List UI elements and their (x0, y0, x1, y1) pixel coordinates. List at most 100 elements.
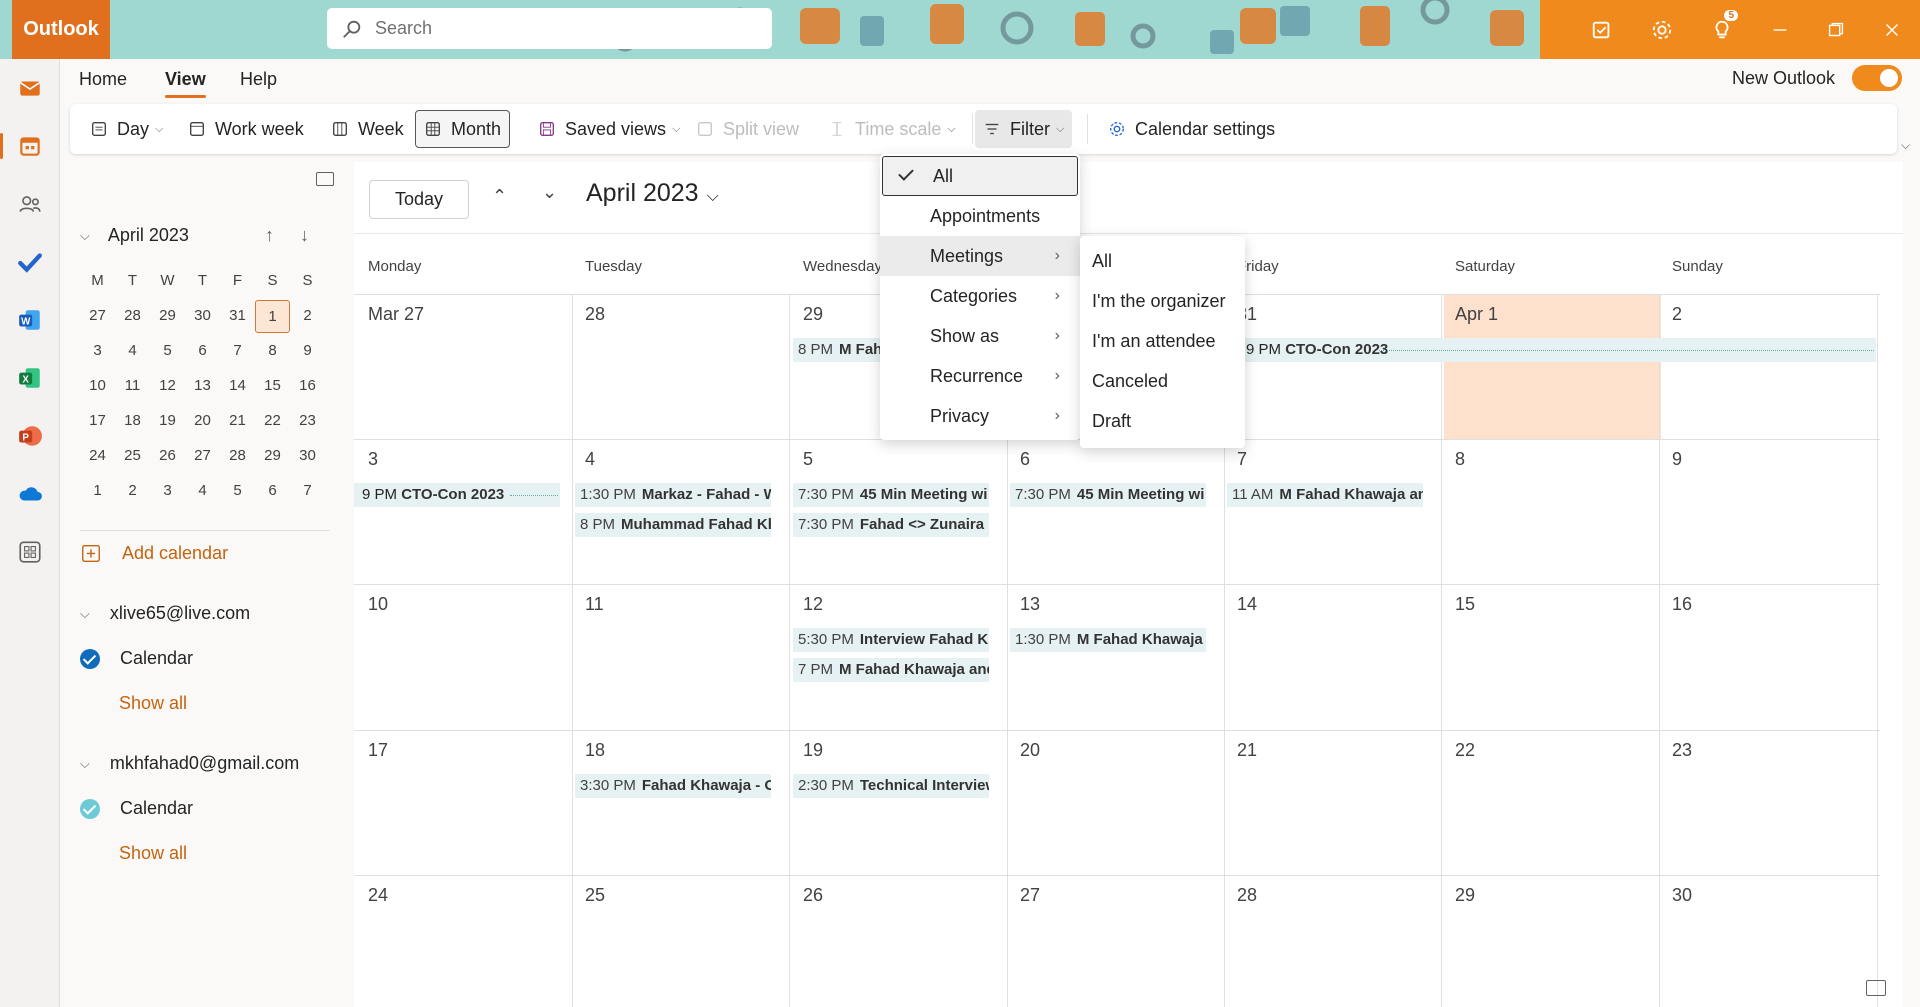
calendar-event[interactable]: 7 PM M Fahad Khawaja and (793, 658, 989, 682)
rail-powerpoint[interactable]: P (0, 407, 60, 465)
day-number[interactable]: 3 (368, 449, 378, 470)
ribbon-expand-icon[interactable]: ⌵ (1901, 138, 1910, 153)
saved-views-button[interactable]: Saved views ⌵ (530, 110, 688, 148)
previous-month-button[interactable]: ⌃ (492, 186, 507, 207)
calendar-event[interactable]: 3:30 PM Fahad Khawaja - O (575, 774, 771, 798)
mini-calendar-title[interactable]: April 2023 (108, 225, 189, 246)
show-all-link[interactable]: Show all (119, 843, 187, 864)
filter-recurrence[interactable]: Recurrence › (880, 356, 1080, 396)
mini-next-month-button[interactable]: ↓ (300, 225, 309, 246)
day-number[interactable]: 9 (1672, 449, 1682, 470)
rail-mail[interactable] (0, 59, 60, 117)
day-number[interactable]: 24 (368, 885, 388, 906)
collapse-pane-icon[interactable] (316, 172, 334, 186)
search-input[interactable] (375, 18, 755, 39)
day-number[interactable]: 7 (1237, 449, 1247, 470)
checked-icon[interactable] (80, 798, 100, 819)
meetings-all[interactable]: All (1092, 251, 1112, 272)
mini-day[interactable]: 18 (115, 405, 150, 438)
mini-day[interactable]: 10 (80, 370, 115, 403)
mini-day[interactable]: 6 (185, 335, 220, 368)
rail-word[interactable]: W (0, 291, 60, 349)
mini-day[interactable]: 13 (185, 370, 220, 403)
day-number[interactable]: 23 (1672, 740, 1692, 761)
mini-day[interactable]: 11 (115, 370, 150, 403)
calendar-event[interactable]: 7:30 PM 45 Min Meeting wi (793, 483, 989, 507)
next-month-button[interactable]: ⌄ (542, 182, 557, 203)
tab-help[interactable]: Help (240, 69, 277, 90)
restore-button[interactable] (1808, 0, 1864, 59)
mini-day[interactable]: 28 (220, 440, 255, 473)
mini-day[interactable]: 16 (290, 370, 325, 403)
mini-day[interactable]: 12 (150, 370, 185, 403)
month-title[interactable]: April 2023 ⌵ (586, 179, 719, 208)
day-number[interactable]: 28 (585, 304, 605, 325)
meetings-organizer[interactable]: I'm the organizer (1092, 291, 1226, 312)
mini-day[interactable]: 29 (150, 300, 185, 333)
mini-day[interactable]: 7 (290, 475, 325, 508)
calendar-event[interactable]: 7:30 PM 45 Min Meeting wi (1010, 483, 1206, 507)
rail-todo[interactable] (0, 233, 60, 291)
mini-day[interactable]: 15 (255, 370, 290, 403)
day-number[interactable]: 11 (585, 594, 604, 615)
mini-day[interactable]: 3 (80, 335, 115, 368)
search-box[interactable] (327, 8, 772, 49)
mini-day[interactable]: 7 (220, 335, 255, 368)
filter-privacy[interactable]: Privacy › (880, 396, 1080, 436)
day-number[interactable]: Mar 27 (368, 304, 424, 325)
day-number[interactable]: 13 (1020, 594, 1040, 615)
day-number[interactable]: Apr 1 (1455, 304, 1498, 325)
expand-pane-icon[interactable] (1866, 980, 1886, 996)
rail-onedrive[interactable] (0, 465, 60, 523)
mini-day[interactable]: 4 (185, 475, 220, 508)
calendar-event[interactable]: 5:30 PM Interview Fahad Kh (793, 628, 989, 652)
mini-day[interactable]: 2 (115, 475, 150, 508)
calendar-event[interactable]: 2:30 PM Technical Interview (793, 774, 989, 798)
mini-day[interactable]: 17 (80, 405, 115, 438)
account-header[interactable]: ⌵ mkhfahad0@gmail.com (80, 753, 299, 774)
mini-day[interactable]: 27 (185, 440, 220, 473)
rail-people[interactable] (0, 175, 60, 233)
mini-day[interactable]: 23 (290, 405, 325, 438)
mini-day[interactable]: 25 (115, 440, 150, 473)
settings-button[interactable] (1632, 0, 1692, 59)
mini-day[interactable]: 19 (150, 405, 185, 438)
day-number[interactable]: 15 (1455, 594, 1475, 615)
day-view-button[interactable]: Day ⌵ (82, 110, 171, 148)
split-view-button[interactable]: Split view (688, 110, 807, 148)
day-number[interactable]: 21 (1237, 740, 1257, 761)
mini-day[interactable]: 6 (255, 475, 290, 508)
mini-day[interactable]: 24 (80, 440, 115, 473)
minimize-button[interactable] (1752, 0, 1808, 59)
filter-categories[interactable]: Categories › (880, 276, 1080, 316)
day-number[interactable]: 6 (1020, 449, 1030, 470)
rail-apps[interactable] (0, 523, 60, 581)
calendar-event[interactable]: 1:30 PM Markaz - Fahad - W (575, 483, 771, 507)
day-number[interactable]: 5 (803, 449, 813, 470)
filter-button[interactable]: Filter ⌵ (975, 110, 1073, 148)
tips-button[interactable]: 5 (1692, 0, 1752, 59)
mini-day[interactable]: 30 (185, 300, 220, 333)
day-number[interactable]: 29 (1455, 885, 1475, 906)
tab-home[interactable]: Home (79, 69, 127, 90)
mini-day[interactable]: 9 (290, 335, 325, 368)
mini-day[interactable]: 20 (185, 405, 220, 438)
day-number[interactable]: 14 (1237, 594, 1257, 615)
my-day-button[interactable] (1572, 0, 1632, 59)
work-week-button[interactable]: Work week (180, 110, 312, 148)
day-number[interactable]: 8 (1455, 449, 1465, 470)
mini-prev-month-button[interactable]: ↑ (265, 225, 274, 246)
day-number[interactable]: 28 (1237, 885, 1257, 906)
day-number[interactable]: 22 (1455, 740, 1475, 761)
mini-day[interactable]: 2 (290, 300, 325, 333)
mini-day[interactable]: 31 (220, 300, 255, 333)
meetings-attendee[interactable]: I'm an attendee (1092, 331, 1216, 352)
filter-appointments[interactable]: Appointments (880, 196, 1080, 236)
rail-excel[interactable]: X (0, 349, 60, 407)
day-number[interactable]: 29 (803, 304, 823, 325)
calendar-event[interactable]: 8 PM Muhammad Fahad Kh (575, 513, 771, 537)
chevron-down-icon[interactable]: ⌵ (80, 228, 90, 244)
calendar-event[interactable]: 1:30 PM M Fahad Khawaja a (1010, 628, 1206, 652)
mini-day[interactable]: 1 (80, 475, 115, 508)
checked-icon[interactable] (80, 648, 100, 669)
